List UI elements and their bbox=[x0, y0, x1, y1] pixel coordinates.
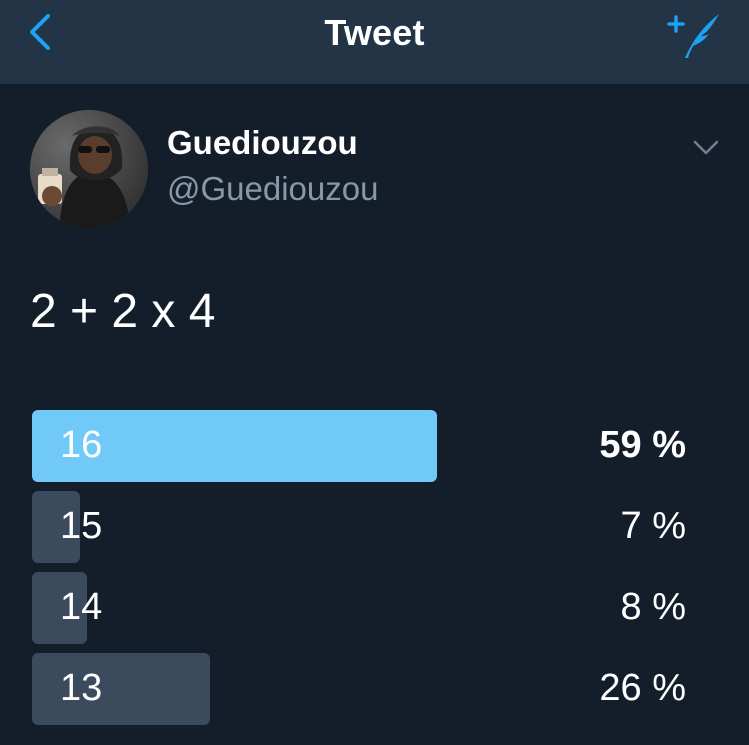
author-handle[interactable]: @Guediouzou bbox=[167, 170, 378, 208]
compose-quill-icon bbox=[667, 14, 719, 58]
poll-option-percent: 59 % bbox=[599, 424, 686, 466]
poll: 16 59 % 15 7 % 14 8 % 13 26 % bbox=[32, 410, 702, 734]
chevron-down-icon bbox=[693, 140, 719, 155]
poll-option-label: 13 bbox=[60, 667, 103, 709]
poll-option-percent: 26 % bbox=[599, 667, 686, 709]
poll-option-label: 14 bbox=[60, 586, 103, 628]
profile-photo bbox=[30, 110, 148, 228]
poll-option-label: 15 bbox=[60, 505, 103, 547]
poll-option-label: 16 bbox=[60, 424, 103, 466]
compose-tweet-button[interactable] bbox=[661, 6, 725, 62]
poll-option: 13 26 % bbox=[32, 653, 702, 725]
poll-option-bar bbox=[32, 653, 210, 725]
poll-option: 14 8 % bbox=[32, 572, 702, 644]
poll-option: 15 7 % bbox=[32, 491, 702, 563]
tweet-text: 2 + 2 x 4 bbox=[30, 285, 216, 338]
poll-option: 16 59 % bbox=[32, 410, 702, 482]
tweet-options-button[interactable] bbox=[691, 132, 721, 162]
page-title: Tweet bbox=[324, 12, 425, 53]
top-navigation-bar: Tweet bbox=[0, 0, 749, 85]
poll-option-percent: 7 % bbox=[620, 505, 686, 547]
poll-option-percent: 8 % bbox=[620, 586, 686, 628]
avatar[interactable] bbox=[30, 110, 148, 228]
author-name[interactable]: Guediouzou bbox=[167, 124, 358, 162]
